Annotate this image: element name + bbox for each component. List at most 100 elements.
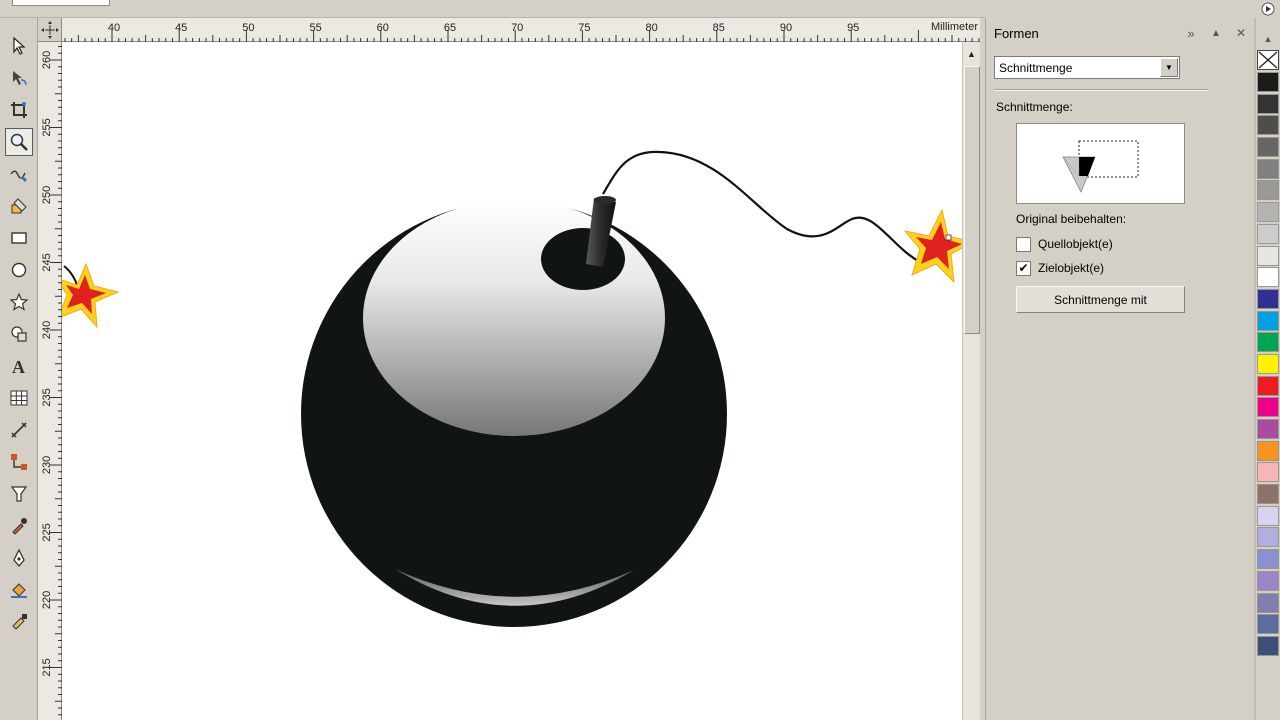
ruler-tick-label: 255 xyxy=(41,118,53,136)
color-swatch[interactable] xyxy=(1257,440,1279,461)
right-spark-star[interactable] xyxy=(903,208,962,284)
color-palette: ▲ xyxy=(1256,30,1280,720)
pick-tool-icon[interactable] xyxy=(5,32,33,60)
bomb[interactable] xyxy=(301,150,921,627)
color-swatch[interactable] xyxy=(1257,223,1279,244)
target-objects-label: Zielobjekt(e) xyxy=(1038,261,1105,275)
color-swatch[interactable] xyxy=(1257,592,1279,613)
toolbox: A xyxy=(0,18,38,720)
ruler-tick-label: 215 xyxy=(41,658,53,676)
crop-tool-icon[interactable] xyxy=(5,96,33,124)
color-swatch[interactable] xyxy=(1257,93,1279,114)
vertical-scrollbar[interactable]: ▲ xyxy=(962,42,980,720)
color-swatch[interactable] xyxy=(1257,72,1279,92)
ruler-tick-label: 45 xyxy=(175,22,187,34)
ruler-tick-label: 80 xyxy=(645,22,657,34)
table-tool-icon[interactable] xyxy=(5,384,33,412)
ellipse-tool-icon[interactable] xyxy=(5,256,33,284)
polygon-tool-icon[interactable] xyxy=(5,288,33,316)
shaping-mode-select[interactable]: Schnittmenge ▼ xyxy=(994,56,1180,79)
ruler-tick-label: 230 xyxy=(41,456,53,474)
section-label: Schnittmenge: xyxy=(996,100,1073,114)
docker-header: Formen » ▲ ✕ xyxy=(986,18,1255,48)
shaping-docker: Formen » ▲ ✕ Schnittmenge ▼ Schnittmenge… xyxy=(985,18,1254,720)
color-swatch[interactable] xyxy=(1257,353,1279,374)
color-swatch[interactable] xyxy=(1257,202,1279,223)
color-swatch[interactable] xyxy=(1257,549,1279,570)
ruler-tick-label: 75 xyxy=(578,22,590,34)
pin-docker-icon[interactable]: ▲ xyxy=(1207,24,1225,42)
color-swatch[interactable] xyxy=(1257,288,1279,309)
color-swatch[interactable] xyxy=(1257,397,1279,418)
ruler-tick-label: 260 xyxy=(41,51,53,69)
basic-shapes-tool-icon[interactable] xyxy=(5,320,33,348)
source-objects-option[interactable]: Quellobjekt(e) xyxy=(1016,236,1113,252)
scroll-up-icon[interactable]: ▲ xyxy=(963,46,980,62)
color-swatch[interactable] xyxy=(1257,332,1279,353)
color-swatch[interactable] xyxy=(1257,570,1279,591)
shape-tool-icon[interactable] xyxy=(5,64,33,92)
outline-pen-tool-icon[interactable] xyxy=(5,544,33,572)
keep-original-label: Original beibehalten: xyxy=(1016,212,1127,226)
color-swatch[interactable] xyxy=(1257,158,1279,179)
ruler-tick-label: 85 xyxy=(713,22,725,34)
color-swatch[interactable] xyxy=(1257,310,1279,331)
close-docker-icon[interactable]: ✕ xyxy=(1232,24,1250,42)
ruler-tick-label: 70 xyxy=(511,22,523,34)
svg-text:A: A xyxy=(12,357,25,376)
ruler-tick-label: 55 xyxy=(309,22,321,34)
bomb-highlight xyxy=(363,200,665,436)
ruler-tick-label: 40 xyxy=(108,22,120,34)
color-swatch[interactable] xyxy=(1257,419,1279,439)
smart-fill-tool-icon[interactable] xyxy=(5,192,33,220)
horizontal-ruler[interactable]: 40 45 50 55 60 65 70 75 80 85 90 95 Millimeter xyxy=(62,18,980,42)
ruler-tick-label: 250 xyxy=(41,186,53,204)
ruler-tick-label: 235 xyxy=(41,388,53,406)
target-objects-option[interactable]: ✔ Zielobjekt(e) xyxy=(1016,260,1104,276)
collapse-docker-icon[interactable]: » xyxy=(1182,24,1200,42)
freehand-tool-icon[interactable] xyxy=(5,160,33,188)
ruler-tick-label: 220 xyxy=(41,591,53,609)
zoom-tool-icon[interactable] xyxy=(5,128,33,156)
color-swatch[interactable] xyxy=(1257,527,1279,548)
drawing-canvas[interactable] xyxy=(62,42,962,720)
source-objects-checkbox[interactable] xyxy=(1016,236,1031,252)
text-tool-icon[interactable]: A xyxy=(5,352,33,380)
intersect-with-button[interactable]: Schnittmenge mit xyxy=(1016,286,1185,313)
rectangle-tool-icon[interactable] xyxy=(5,224,33,252)
ruler-unit-label: Millimeter xyxy=(928,21,978,33)
property-bar xyxy=(0,0,985,18)
scrollbar-thumb[interactable] xyxy=(964,66,980,334)
palette-scroll-up-icon[interactable]: ▲ xyxy=(1256,30,1280,48)
color-swatch[interactable] xyxy=(1257,635,1279,656)
vertical-ruler[interactable]: 260 255 250 245 240 235 230 225 220 215 xyxy=(38,42,62,720)
chevron-down-icon[interactable]: ▼ xyxy=(1160,58,1178,77)
dimension-tool-icon[interactable] xyxy=(5,416,33,444)
connector-tool-icon[interactable] xyxy=(5,448,33,476)
color-swatch[interactable] xyxy=(1257,505,1279,526)
color-swatch[interactable] xyxy=(1257,180,1279,201)
source-objects-label: Quellobjekt(e) xyxy=(1038,237,1113,251)
color-swatch[interactable] xyxy=(1257,267,1279,288)
color-swatch[interactable] xyxy=(1257,115,1279,136)
color-swatch[interactable] xyxy=(1257,614,1279,635)
ruler-tick-label: 245 xyxy=(41,253,53,271)
interactive-fill-tool-icon[interactable] xyxy=(5,608,33,636)
color-swatch[interactable] xyxy=(1257,462,1279,483)
fill-tool-icon[interactable] xyxy=(5,576,33,604)
palette-flyout-icon[interactable] xyxy=(1258,0,1278,18)
color-swatch[interactable] xyxy=(1257,245,1279,266)
blend-tool-icon[interactable] xyxy=(5,480,33,508)
color-swatch[interactable] xyxy=(1257,375,1279,396)
ruler-corner[interactable] xyxy=(38,18,62,42)
no-fill-swatch[interactable] xyxy=(1257,50,1279,70)
target-objects-checkbox[interactable]: ✔ xyxy=(1016,260,1031,276)
ruler-tick-label: 90 xyxy=(780,22,792,34)
property-field[interactable] xyxy=(12,0,110,6)
ruler-tick-label: 65 xyxy=(444,22,456,34)
color-swatch[interactable] xyxy=(1257,484,1279,505)
left-spark-star[interactable] xyxy=(62,262,120,329)
intersect-preview xyxy=(1016,123,1185,204)
color-swatch[interactable] xyxy=(1257,137,1279,158)
eyedropper-tool-icon[interactable] xyxy=(5,512,33,540)
